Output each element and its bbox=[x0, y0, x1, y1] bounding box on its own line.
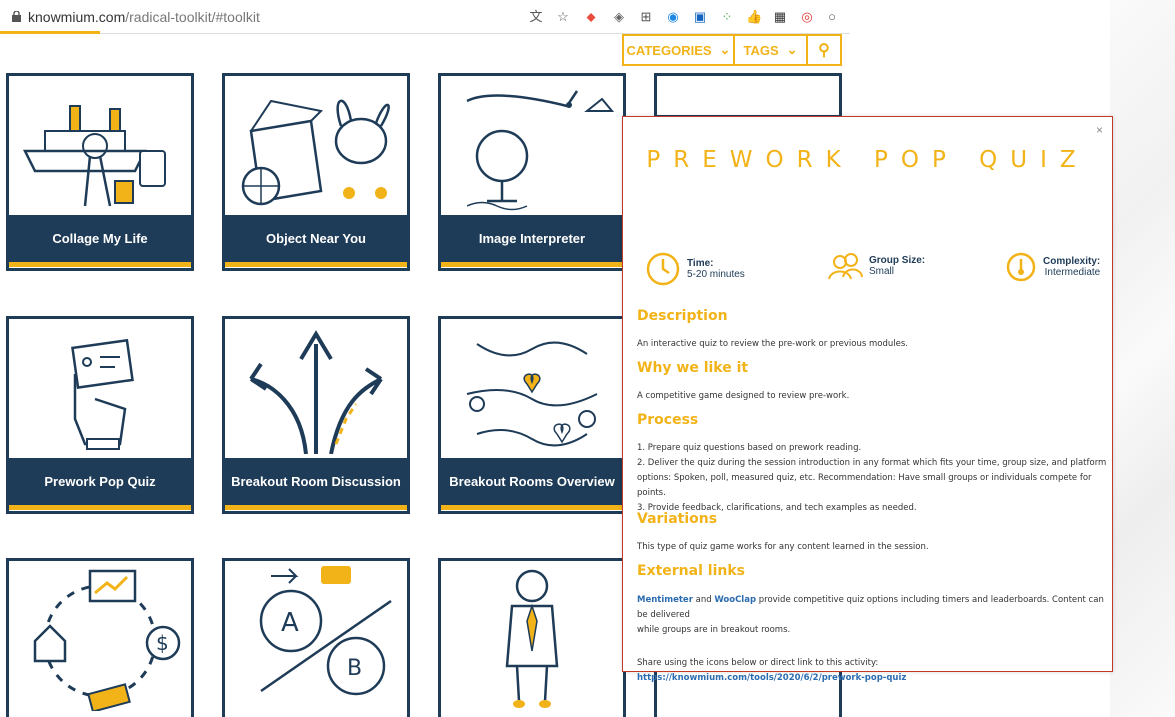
process-step-2-cont: options: Spoken, poll, measured quiz, et… bbox=[637, 473, 1092, 498]
extension-icon-5[interactable]: ▣ bbox=[692, 9, 708, 25]
extension-icon-8[interactable]: ▦ bbox=[772, 9, 788, 25]
svg-text:B: B bbox=[347, 656, 362, 681]
url-text[interactable]: knowmium.com/radical-toolkit/#toolkit bbox=[28, 9, 260, 25]
share-link[interactable]: https://knowmium.com/tools/2020/6/2/prew… bbox=[637, 673, 906, 683]
share-label: Share using the icons below or direct li… bbox=[637, 658, 879, 668]
extension-icon-9[interactable]: ◎ bbox=[799, 9, 815, 25]
a-b-choice-illustration: AB bbox=[225, 561, 407, 711]
ship-traveller-illustration bbox=[9, 76, 191, 215]
filter-bar: CATEGORIES ⌄ TAGS ⌄ ⚲ bbox=[622, 34, 842, 66]
hand-tree-illustration bbox=[441, 76, 623, 215]
group-size-value: Small bbox=[869, 266, 895, 277]
complexity-info: Complexity: Intermediate bbox=[1005, 251, 1100, 283]
extension-icon-3[interactable]: ⊞ bbox=[638, 9, 654, 25]
loading-progress-bar bbox=[0, 31, 100, 34]
group-icon bbox=[828, 253, 863, 280]
person-standing-illustration bbox=[441, 561, 623, 711]
modal-title: PREWORK POP QUIZ bbox=[646, 147, 1089, 173]
activity-card[interactable] bbox=[654, 73, 842, 118]
card-title[interactable]: Collage My Life bbox=[9, 215, 191, 267]
group-size-label: Group Size: bbox=[869, 255, 926, 266]
activity-detail-modal: × PREWORK POP QUIZ Time: 5-20 minutes Gro… bbox=[622, 116, 1113, 683]
cycle-money-illustration: $ bbox=[9, 561, 191, 711]
hand-card-illustration bbox=[9, 319, 191, 458]
card-title[interactable]: Breakout Rooms Overview bbox=[441, 458, 623, 510]
why-text: A competitive game designed to review pr… bbox=[637, 391, 850, 401]
svg-text:$: $ bbox=[156, 631, 169, 655]
translate-icon[interactable]: 文 bbox=[528, 9, 544, 25]
external-links-heading: External links bbox=[637, 563, 745, 579]
box-bunny-illustration bbox=[225, 76, 407, 215]
group-size-info: Group Size: Small bbox=[827, 251, 925, 281]
external-links-text: Mentimeter and WooClap provide competiti… bbox=[637, 593, 1107, 638]
time-label: Time: bbox=[687, 258, 714, 269]
extension-icon-7[interactable]: 👍 bbox=[746, 9, 762, 25]
activity-card[interactable]: $ bbox=[6, 558, 194, 717]
bookmark-star-icon[interactable]: ☆ bbox=[555, 9, 571, 25]
process-text: 1. Prepare quiz questions based on prewo… bbox=[637, 441, 1107, 516]
links-text-cont: while groups are in breakout rooms. bbox=[637, 625, 791, 635]
variations-text: This type of quiz game works for any con… bbox=[637, 542, 929, 552]
activity-card[interactable]: Collage My Life bbox=[6, 73, 194, 271]
extension-icon-2[interactable]: ◈ bbox=[611, 9, 627, 25]
mentimeter-link[interactable]: Mentimeter bbox=[637, 595, 693, 605]
time-info: Time: 5-20 minutes bbox=[645, 251, 745, 287]
why-heading: Why we like it bbox=[637, 360, 749, 376]
svg-text:A: A bbox=[281, 608, 299, 638]
wooclap-link[interactable]: WooClap bbox=[714, 595, 756, 605]
card-title[interactable]: Prework Pop Quiz bbox=[9, 458, 191, 510]
links-conjunction: and bbox=[692, 595, 715, 605]
process-step-2: 2. Deliver the quiz during the session i… bbox=[637, 458, 1107, 468]
complexity-value: Intermediate bbox=[1044, 267, 1101, 278]
close-icon[interactable]: × bbox=[1096, 123, 1103, 137]
extension-icon-4[interactable]: ◉ bbox=[665, 9, 681, 25]
extension-icon-10[interactable]: ○ bbox=[824, 9, 840, 25]
complexity-label: Complexity: bbox=[1043, 256, 1101, 267]
share-text: Share using the icons below or direct li… bbox=[637, 656, 1107, 686]
gauge-icon bbox=[1006, 252, 1036, 282]
browser-address-bar[interactable]: knowmium.com/radical-toolkit/#toolkit 文 … bbox=[0, 0, 850, 34]
extension-icon-1[interactable]: ⬥ bbox=[583, 9, 599, 25]
activity-card[interactable]: Object Near You bbox=[222, 73, 410, 271]
activity-card[interactable]: Breakout Room Discussion bbox=[222, 316, 410, 514]
process-heading: Process bbox=[637, 412, 699, 428]
activity-card[interactable]: Prework Pop Quiz bbox=[6, 316, 194, 514]
description-text: An interactive quiz to review the pre-wo… bbox=[637, 339, 908, 349]
clock-icon bbox=[646, 252, 680, 286]
tags-dropdown[interactable]: TAGS ⌄ bbox=[735, 36, 808, 64]
extension-icon-6[interactable]: ⁘ bbox=[719, 9, 735, 25]
search-icon[interactable]: ⚲ bbox=[808, 36, 840, 64]
process-step-1: 1. Prepare quiz questions based on prewo… bbox=[637, 443, 862, 453]
card-title[interactable]: Image Interpreter bbox=[441, 215, 623, 267]
categories-dropdown[interactable]: CATEGORIES ⌄ bbox=[624, 36, 735, 64]
lock-icon bbox=[12, 11, 21, 22]
card-illustration bbox=[657, 76, 839, 115]
tags-label: TAGS bbox=[743, 42, 779, 58]
chevron-down-icon: ⌄ bbox=[719, 42, 731, 57]
categories-label: CATEGORIES bbox=[626, 42, 712, 58]
card-title[interactable]: Object Near You bbox=[225, 215, 407, 267]
activity-card[interactable] bbox=[438, 558, 626, 717]
time-value: 5-20 minutes bbox=[687, 269, 745, 280]
card-title[interactable]: Breakout Room Discussion bbox=[225, 458, 407, 510]
description-heading: Description bbox=[637, 308, 728, 324]
activity-card[interactable]: Breakout Rooms Overview bbox=[438, 316, 626, 514]
page-background-pattern bbox=[1110, 0, 1175, 717]
arrows-road-illustration bbox=[225, 319, 407, 458]
activity-card[interactable]: AB bbox=[222, 558, 410, 717]
variations-heading: Variations bbox=[637, 511, 718, 527]
activity-card[interactable]: Image Interpreter bbox=[438, 73, 626, 271]
connections-illustration bbox=[441, 319, 623, 458]
chevron-down-icon: ⌄ bbox=[786, 42, 798, 57]
